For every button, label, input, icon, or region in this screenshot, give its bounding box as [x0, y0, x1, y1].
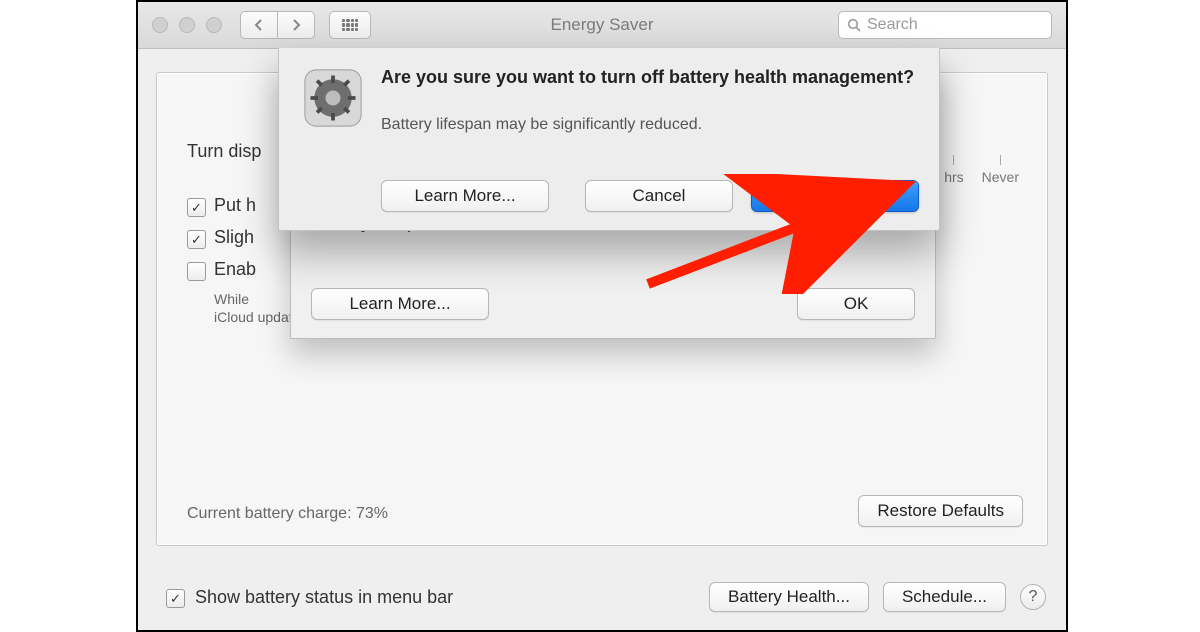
nav-buttons — [240, 11, 315, 39]
schedule-button[interactable]: Schedule... — [883, 582, 1006, 612]
confirm-dialog: Are you sure you want to turn off batter… — [278, 48, 940, 231]
checkbox-icon: ✓ — [187, 198, 206, 217]
battery-health-button[interactable]: Battery Health... — [709, 582, 869, 612]
minimize-window-icon[interactable] — [179, 17, 195, 33]
search-placeholder: Search — [867, 16, 918, 34]
dialog-heading: Are you sure you want to turn off batter… — [381, 66, 919, 89]
grid-icon — [342, 19, 358, 31]
battery-charge-label: Current battery charge: 73% — [187, 505, 388, 523]
window-controls — [152, 17, 222, 33]
slider-tick-never: Never — [982, 155, 1019, 185]
help-button[interactable]: ? — [1020, 584, 1046, 610]
slider-tick-hrs: hrs — [944, 155, 963, 185]
show-battery-label: Show battery status in menu bar — [195, 587, 453, 608]
option-label: Put h — [214, 195, 256, 216]
checkbox-icon[interactable]: ✓ — [166, 589, 185, 608]
dialog-buttons: Learn More... Cancel Turn Off — [381, 180, 919, 212]
dialog-cancel-button[interactable]: Cancel — [585, 180, 733, 212]
zoom-window-icon[interactable] — [206, 17, 222, 33]
prefs-window: Energy Saver Search Turn disp hrs Never … — [136, 0, 1068, 632]
forward-button[interactable] — [278, 11, 315, 39]
sheet-ok-button[interactable]: OK — [797, 288, 915, 320]
dialog-body: Battery lifespan may be significantly re… — [381, 116, 919, 134]
sheet-learn-more-button[interactable]: Learn More... — [311, 288, 489, 320]
bottom-row: ✓ Show battery status in menu bar Batter… — [166, 582, 1046, 612]
show-all-button[interactable] — [329, 11, 371, 39]
chevron-left-icon — [254, 19, 264, 31]
option-label: Enab — [214, 259, 256, 280]
display-off-label: Turn disp — [187, 141, 261, 162]
dialog-learn-more-button[interactable]: Learn More... — [381, 180, 549, 212]
titlebar: Energy Saver Search — [138, 2, 1066, 49]
option-label: Sligh — [214, 227, 254, 248]
checkbox-icon — [187, 262, 206, 281]
restore-defaults-button[interactable]: Restore Defaults — [858, 495, 1023, 527]
search-icon — [847, 18, 861, 32]
system-prefs-icon — [303, 68, 363, 128]
close-window-icon[interactable] — [152, 17, 168, 33]
search-input[interactable]: Search — [838, 11, 1052, 39]
checkbox-icon: ✓ — [187, 230, 206, 249]
dialog-turn-off-button[interactable]: Turn Off — [751, 180, 919, 212]
chevron-right-icon — [291, 19, 301, 31]
back-button[interactable] — [240, 11, 278, 39]
